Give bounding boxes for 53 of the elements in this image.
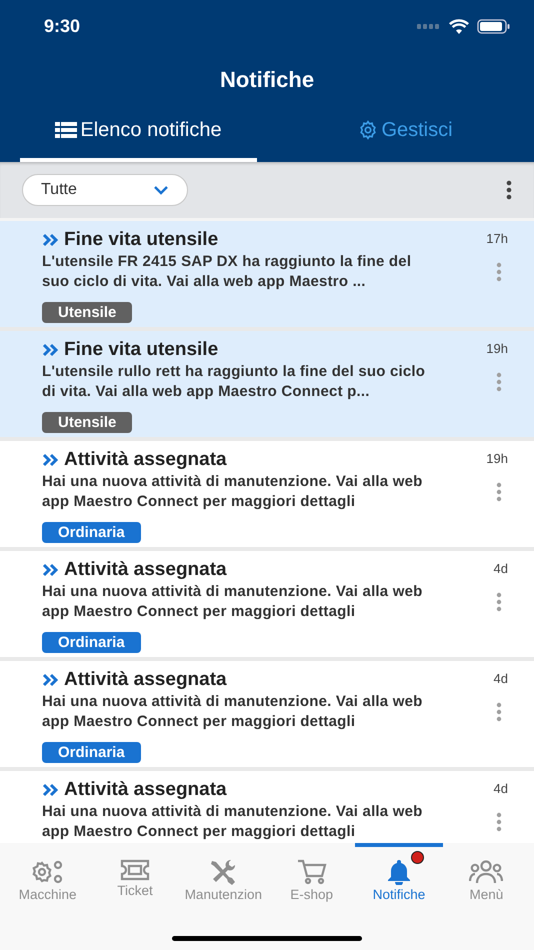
notification-title: Fine vita utensile [64, 339, 218, 361]
double-chevron-icon [42, 343, 60, 357]
category-tag: Utensile [42, 412, 132, 433]
double-chevron-icon [42, 453, 60, 467]
category-tag: Ordinaria [42, 522, 141, 543]
notification-card[interactable]: Attività assegnata Hai una nuova attività di manutenzione. Vai alla web app Maestro Connect per maggiori dettagli Ordinaria 19h [0, 441, 534, 547]
notification-card[interactable]: Attività assegnata Hai una nuova attività di manutenzione. Vai alla web app Maestro Connect per maggiori dettagli 4d [0, 771, 534, 843]
notification-card[interactable]: Fine vita utensile L'utensile FR 2415 SAP DX ha raggiunto la fine del suo ciclo di vita. Vai alla web app Maestro ... Utensile 17h [0, 221, 534, 327]
notification-card[interactable]: Attività assegnata Hai una nuova attività di manutenzione. Vai alla web app Maestro Connect per maggiori dettagli Ordinaria 4d [0, 661, 534, 767]
double-chevron-icon [42, 783, 60, 797]
wifi-icon [449, 18, 469, 34]
double-chevron-icon [42, 563, 60, 577]
notification-title: Attività assegnata [64, 779, 227, 801]
category-tag: Ordinaria [42, 632, 141, 653]
notification-title: Fine vita utensile [64, 229, 218, 251]
notification-title: Attività assegnata [64, 449, 227, 471]
chevron-down-icon [153, 185, 169, 195]
notification-card[interactable]: Attività assegnata Hai una nuova attività di manutenzione. Vai alla web app Maestro Connect per maggiori dettagli Ordinaria 4d [0, 551, 534, 657]
notification-message: Hai una nuova attività di manutenzione. Vai alla web app Maestro Connect per maggiori dettagli [42, 472, 424, 512]
notification-time: 4d [494, 781, 508, 796]
notification-message: Hai una nuova attività di manutenzione. Vai alla web app Maestro Connect per maggiori dettagli [42, 692, 424, 732]
notification-title: Attività assegnata [64, 559, 227, 581]
notification-time: 19h [486, 341, 508, 356]
notification-time: 4d [494, 671, 508, 686]
more-icon[interactable] [506, 180, 512, 200]
list-icon [55, 122, 78, 138]
notification-message: L'utensile rullo rett ha raggiunto la fine del suo ciclo di vita. Vai alla web app Maestro Connect p... [42, 362, 426, 402]
double-chevron-icon [42, 233, 60, 247]
notification-time: 4d [494, 561, 508, 576]
cart-icon [296, 859, 327, 885]
bell-icon [386, 859, 412, 885]
status-time: 9:30 [44, 16, 80, 36]
category-tag: Utensile [42, 302, 132, 323]
settings-icon [358, 120, 378, 140]
filter-dropdown[interactable]: Tutte [22, 174, 188, 206]
notification-time: 17h [486, 231, 508, 246]
people-icon [469, 859, 504, 885]
notification-title: Attività assegnata [64, 669, 227, 691]
screen-title: Notifiche [218, 66, 316, 94]
notification-card[interactable]: Fine vita utensile L'utensile rullo rett ha raggiunto la fine del suo ciclo di vita. Vai alla web app Maestro Connect p... Utensile 19h [0, 331, 534, 437]
double-chevron-icon [42, 673, 60, 687]
category-tag: Ordinaria [42, 742, 141, 763]
ticket-icon [120, 859, 150, 881]
gears-icon [30, 859, 65, 885]
signal-icon [417, 24, 441, 28]
notification-time: 19h [486, 451, 508, 466]
notification-message: L'utensile FR 2415 SAP DX ha raggiunto la fine del suo ciclo di vita. Vai alla web app Maestro ... [42, 252, 412, 292]
notification-message: Hai una nuova attività di manutenzione. Vai alla web app Maestro Connect per maggiori dettagli [42, 802, 424, 842]
notification-message: Hai una nuova attività di manutenzione. Vai alla web app Maestro Connect per maggiori dettagli [42, 582, 424, 622]
tools-icon [209, 859, 238, 885]
tab[interactable]: Gestisci [287, 108, 524, 162]
battery-icon [477, 18, 510, 34]
nav-tab[interactable]: Notifiche [355, 843, 443, 903]
